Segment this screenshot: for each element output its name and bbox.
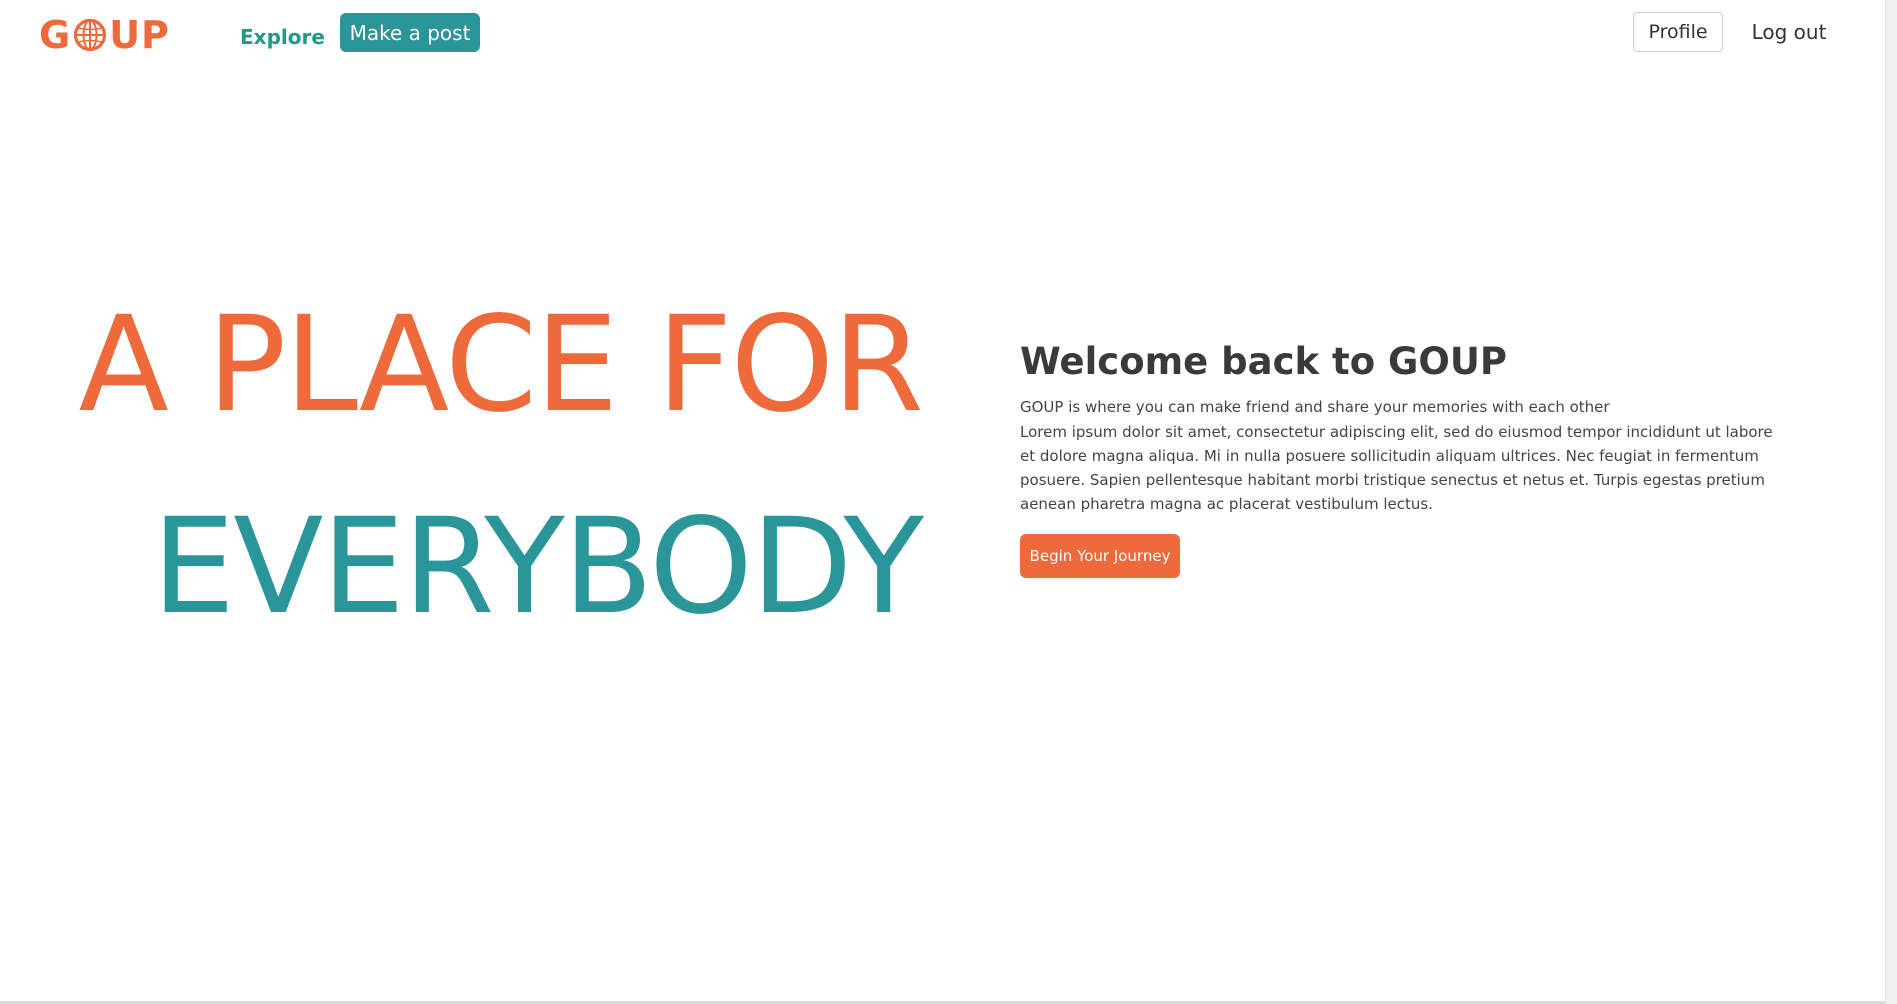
begin-journey-button[interactable]: Begin Your Journey bbox=[1020, 534, 1180, 578]
hero-headline-line-1: A PLACE FOR bbox=[78, 288, 924, 442]
hero-headline-line-2: EVERYBODY bbox=[151, 490, 924, 644]
make-post-button[interactable]: Make a post bbox=[340, 13, 480, 52]
welcome-tagline: GOUP is where you can make friend and sh… bbox=[1020, 398, 1610, 416]
logo[interactable]: G UP bbox=[39, 12, 170, 58]
page: G UP Explore Make a post Profile Log out… bbox=[0, 0, 1885, 1004]
welcome-title: Welcome back to GOUP bbox=[1020, 340, 1507, 383]
nav-explore-link[interactable]: Explore bbox=[240, 25, 325, 49]
logo-letter-g: G bbox=[39, 13, 72, 57]
welcome-description: Lorem ipsum dolor sit amet, consectetur … bbox=[1020, 423, 1773, 513]
navbar: G UP Explore Make a post Profile Log out bbox=[0, 0, 1885, 70]
logout-button[interactable]: Log out bbox=[1745, 12, 1833, 52]
globe-icon bbox=[74, 18, 107, 52]
vertical-scrollbar[interactable] bbox=[1885, 0, 1897, 1004]
profile-button[interactable]: Profile bbox=[1633, 12, 1723, 52]
logo-letters-up: UP bbox=[109, 13, 170, 57]
